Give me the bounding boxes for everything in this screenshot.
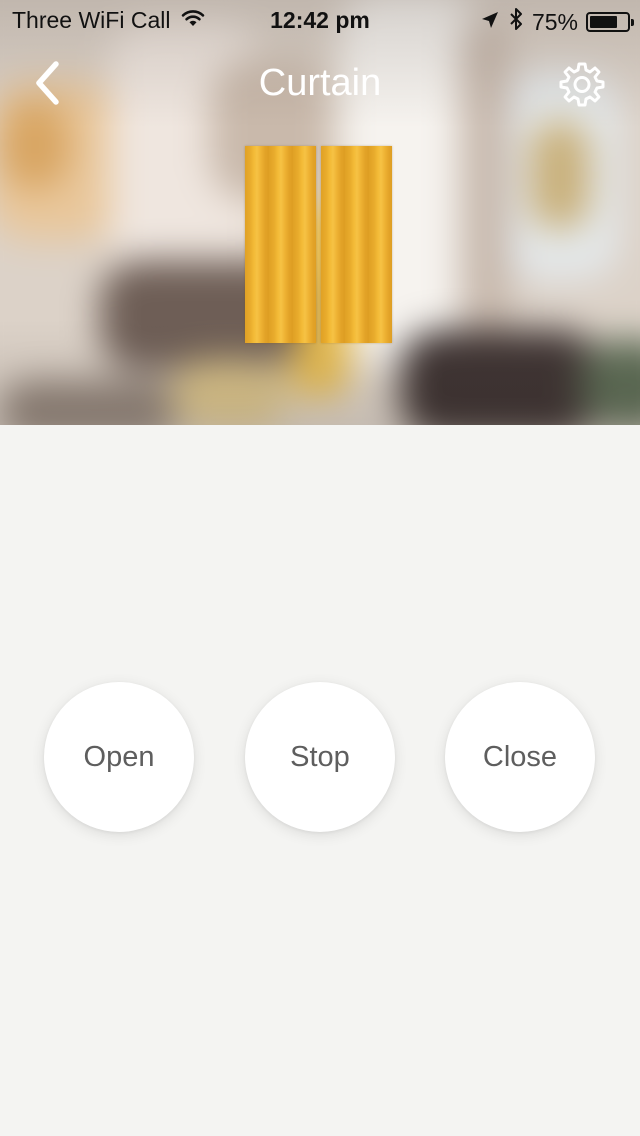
navigation-bar: Curtain	[0, 40, 640, 130]
gear-icon	[559, 61, 605, 112]
curtain-left-panel	[245, 146, 316, 343]
close-button-label: Close	[482, 740, 558, 773]
curtain-icon	[245, 146, 392, 343]
location-arrow-icon	[480, 9, 500, 36]
bluetooth-icon	[508, 7, 524, 37]
curtain-right-panel	[321, 146, 392, 343]
status-bar: Three WiFi Call 12:42 pm 75%	[0, 0, 640, 40]
stop-button-label: Stop	[290, 740, 350, 773]
curtain-controls: Open Stop Close	[0, 682, 640, 832]
status-right: 75%	[480, 7, 634, 37]
curtain-control-screen: Three WiFi Call 12:42 pm 75% Curtain Ope…	[0, 0, 640, 1136]
page-title: Curtain	[258, 62, 382, 104]
open-button[interactable]: Open	[44, 682, 194, 832]
settings-button[interactable]	[554, 58, 610, 114]
close-button[interactable]: Close	[445, 682, 595, 832]
battery-level-fill	[590, 16, 617, 28]
battery-percent: 75%	[531, 8, 578, 35]
open-button-label: Open	[83, 740, 155, 773]
stop-button[interactable]: Stop	[245, 682, 395, 832]
battery-icon	[586, 12, 634, 32]
